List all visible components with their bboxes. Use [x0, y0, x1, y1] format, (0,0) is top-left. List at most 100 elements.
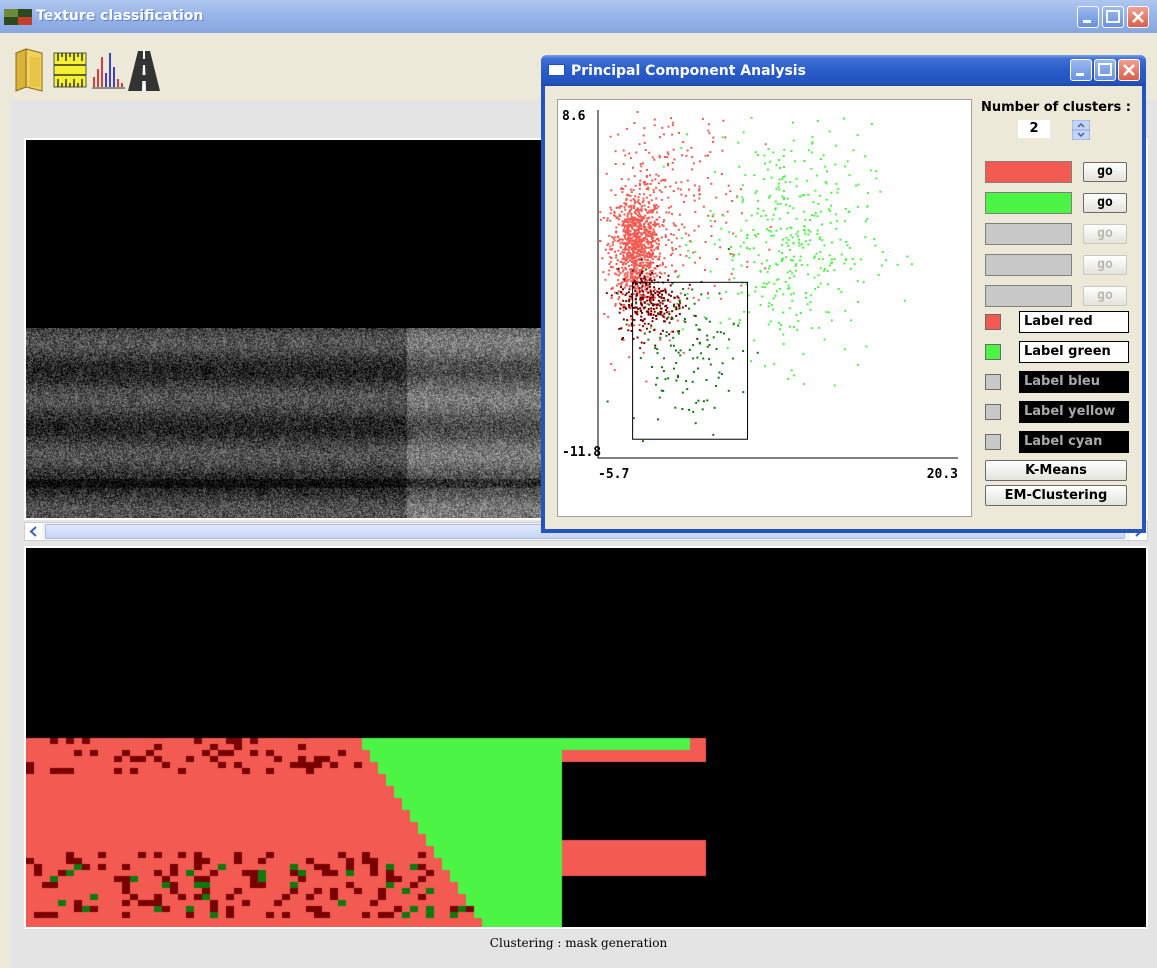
- scatter-point: [633, 122, 636, 124]
- scatter-point: [779, 202, 782, 205]
- scatter-point: [776, 290, 778, 293]
- scatter-point: [613, 369, 616, 372]
- scatter-point: [647, 252, 650, 255]
- scatter-point: [648, 246, 651, 249]
- label-color-checkbox[interactable]: [985, 434, 1001, 450]
- road-icon[interactable]: [126, 47, 162, 93]
- scatter-point: [658, 258, 661, 261]
- em-clustering-button[interactable]: EM-Clustering: [985, 485, 1127, 506]
- cluster-color-button[interactable]: [985, 161, 1072, 183]
- minimize-button[interactable]: [1077, 6, 1099, 28]
- scatter-point: [782, 311, 785, 314]
- scatter-point: [727, 248, 730, 251]
- pca-scatter-plot[interactable]: 8.6 -11.8 -5.7 20.3: [558, 100, 971, 516]
- scatter-point: [633, 319, 636, 321]
- scatter-point: [830, 319, 833, 322]
- scatter-point: [639, 179, 642, 182]
- selection-rectangle[interactable]: [632, 281, 749, 440]
- scatter-point: [617, 223, 620, 226]
- scatter-point: [710, 235, 713, 237]
- scatter-point: [691, 380, 694, 383]
- scatter-point: [638, 287, 641, 290]
- scatter-point: [625, 323, 628, 326]
- scatter-point: [654, 383, 657, 386]
- scatter-point: [652, 304, 655, 307]
- scatter-point: [756, 212, 759, 215]
- scatter-point: [646, 299, 649, 302]
- scatter-point: [773, 282, 776, 285]
- go-button[interactable]: go: [1083, 162, 1127, 182]
- folder-icon[interactable]: [12, 47, 48, 93]
- scatter-point: [730, 272, 733, 275]
- go-button[interactable]: go: [1083, 193, 1127, 213]
- label-color-checkbox[interactable]: [985, 314, 1001, 330]
- label-color-checkbox[interactable]: [985, 404, 1001, 420]
- label-name-field[interactable]: Label green: [1019, 341, 1129, 363]
- scatter-point: [742, 198, 744, 201]
- scatter-point: [629, 239, 632, 242]
- label-color-checkbox[interactable]: [985, 344, 1001, 360]
- scatter-point: [722, 214, 725, 217]
- scatter-point: [667, 377, 670, 380]
- pca-minimize-button[interactable]: [1070, 59, 1092, 81]
- scatter-point: [617, 282, 620, 285]
- scatter-point: [768, 265, 771, 268]
- scatter-point: [806, 303, 809, 306]
- ruler-icon[interactable]: [52, 47, 88, 93]
- scatter-point: [643, 275, 646, 278]
- histogram-icon[interactable]: [90, 47, 126, 93]
- maximize-button[interactable]: [1102, 6, 1124, 28]
- cluster-color-button[interactable]: [985, 254, 1072, 276]
- clusters-spinner[interactable]: [1072, 120, 1090, 140]
- label-name-field[interactable]: Label yellow: [1019, 401, 1129, 423]
- scatter-point: [645, 283, 648, 286]
- kmeans-button[interactable]: K-Means: [985, 460, 1127, 481]
- scatter-point: [746, 246, 748, 249]
- scatter-point: [660, 179, 663, 182]
- scatter-point: [634, 289, 637, 292]
- cluster-color-button[interactable]: [985, 192, 1072, 214]
- scatter-point: [622, 228, 625, 231]
- pca-close-button[interactable]: [1118, 59, 1140, 81]
- label-name-field[interactable]: Label red: [1019, 311, 1129, 333]
- scatter-point: [654, 240, 657, 243]
- scatter-point: [641, 285, 644, 288]
- scatter-point: [688, 408, 691, 411]
- close-button[interactable]: [1127, 6, 1149, 28]
- scatter-point: [619, 291, 622, 293]
- scatter-point: [650, 302, 653, 305]
- label-name-field[interactable]: Label cyan: [1019, 431, 1129, 453]
- pca-maximize-button[interactable]: [1094, 59, 1116, 81]
- scatter-point: [644, 230, 647, 233]
- scatter-point: [709, 209, 712, 212]
- scatter-point: [611, 248, 614, 251]
- main-title-bar[interactable]: Texture classification: [0, 0, 1157, 33]
- scatter-point: [833, 384, 836, 387]
- cluster-color-button[interactable]: [985, 285, 1072, 307]
- scroll-left-button[interactable]: [25, 523, 42, 540]
- scatter-point: [624, 294, 627, 297]
- scatter-point: [738, 322, 741, 325]
- label-name-field[interactable]: Label bleu: [1019, 371, 1129, 393]
- scatter-point: [640, 227, 643, 230]
- scatter-point: [621, 241, 624, 244]
- scatter-point: [694, 210, 697, 213]
- cluster-color-button[interactable]: [985, 223, 1072, 245]
- scatter-point: [681, 223, 683, 226]
- label-color-checkbox[interactable]: [985, 374, 1001, 390]
- close-icon: [1132, 11, 1144, 23]
- scatter-point: [690, 146, 693, 149]
- pca-title-bar[interactable]: Principal Component Analysis: [541, 55, 1146, 86]
- scatter-point: [640, 278, 643, 281]
- scatter-point: [846, 244, 849, 247]
- scatter-point: [769, 320, 772, 323]
- scatter-point: [638, 323, 641, 326]
- scatter-point: [669, 300, 672, 303]
- clusters-count-value[interactable]: 2: [1018, 120, 1050, 138]
- scatter-point: [640, 205, 643, 208]
- scatter-point: [799, 312, 802, 315]
- scatter-point: [656, 265, 659, 267]
- scatter-point: [681, 328, 684, 331]
- maximize-icon: [1106, 10, 1120, 23]
- scatter-point: [614, 194, 617, 197]
